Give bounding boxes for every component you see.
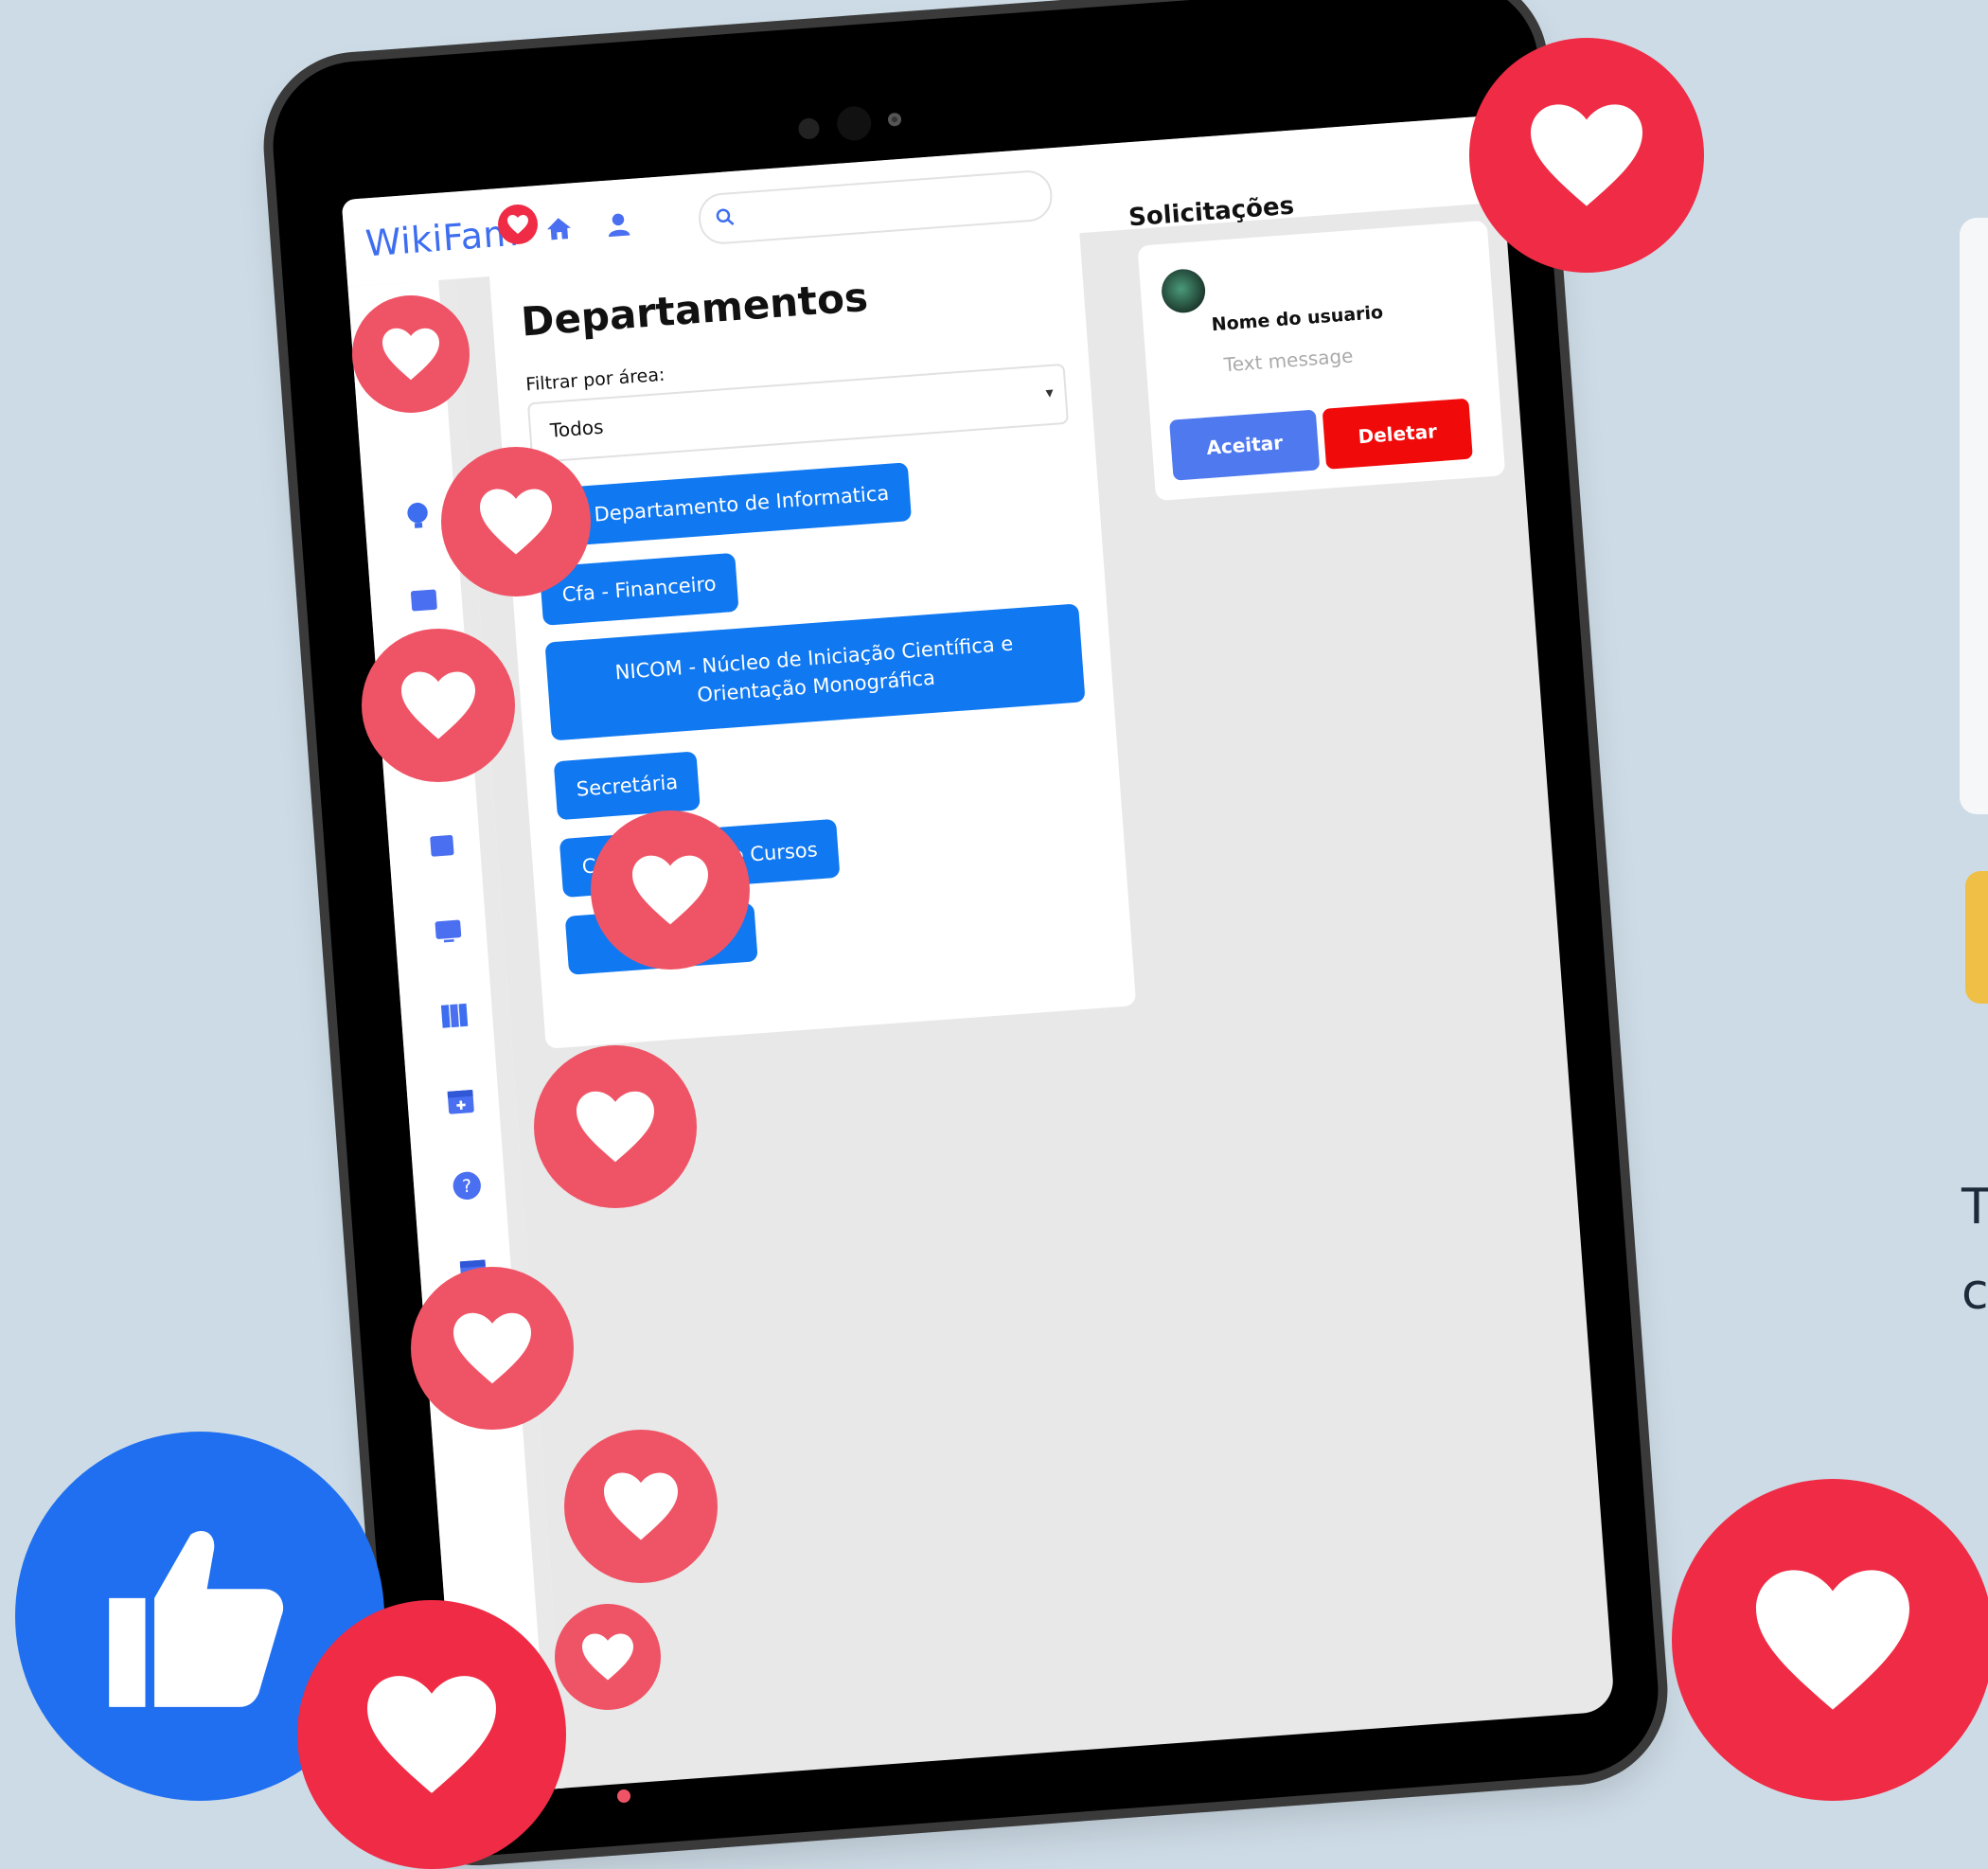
heart-icon <box>1672 1479 1988 1801</box>
cut-off-text-1: T <box>1961 1179 1988 1236</box>
lightbulb-icon[interactable] <box>401 499 434 531</box>
heart-icon <box>591 810 750 970</box>
heart-icon <box>297 1600 566 1869</box>
filter-label: Filtrar por área: <box>524 364 666 396</box>
highlight-badge <box>1965 871 1988 1004</box>
app-screen: WikiFam ? Departamentos Filtrar por área… <box>341 115 1616 1796</box>
department-button-ti[interactable]: TI - Departamento de Informatica <box>533 462 913 549</box>
home-icon[interactable] <box>543 213 574 243</box>
departments-card: Departamentos Filtrar por área: Todos ▾ … <box>488 222 1137 1049</box>
camera-lens <box>887 112 902 127</box>
request-card: Nome do usuario Text message Aceitar Del… <box>1137 220 1506 502</box>
accept-button[interactable]: Aceitar <box>1169 409 1321 481</box>
tablet-device: WikiFam ? Departamentos Filtrar por área… <box>267 0 1664 1862</box>
calendar-add-icon[interactable] <box>445 1084 477 1116</box>
heart-icon <box>617 1789 630 1803</box>
delete-button[interactable]: Deletar <box>1322 398 1473 470</box>
sensor <box>797 117 821 140</box>
request-message: Text message <box>1223 344 1355 377</box>
heart-icon <box>534 1045 697 1208</box>
heart-icon <box>1469 38 1704 273</box>
page-title: Departamentos <box>519 273 870 346</box>
user-name: Nome do usuario <box>1210 302 1384 336</box>
department-button-nicom[interactable]: NICOM - Núcleo de Iniciação Científica e… <box>544 603 1086 741</box>
help-icon[interactable]: ? <box>451 1169 483 1202</box>
app-logo[interactable]: WikiFam <box>364 212 521 265</box>
user-avatar <box>1160 267 1207 314</box>
book-icon[interactable] <box>438 1000 470 1032</box>
heart-icon <box>564 1430 718 1583</box>
monitor-icon[interactable] <box>432 915 464 947</box>
side-info-card <box>1960 218 1988 814</box>
heart-icon <box>555 1604 661 1710</box>
folder-icon[interactable] <box>408 584 440 616</box>
heart-icon <box>441 447 591 596</box>
filter-value: Todos <box>549 415 605 442</box>
search-icon <box>716 208 735 225</box>
chevron-down-icon: ▾ <box>1044 383 1055 402</box>
camera <box>835 105 873 142</box>
heart-icon <box>411 1267 574 1430</box>
heart-icon <box>498 205 538 244</box>
cut-off-text-2: c <box>1961 1264 1988 1321</box>
svg-text:?: ? <box>462 1177 472 1198</box>
heart-icon <box>362 629 515 782</box>
department-button-secretaria[interactable]: Secretária <box>553 751 701 821</box>
list-icon[interactable] <box>426 829 458 862</box>
user-icon[interactable] <box>603 209 633 240</box>
heart-icon <box>352 295 470 413</box>
